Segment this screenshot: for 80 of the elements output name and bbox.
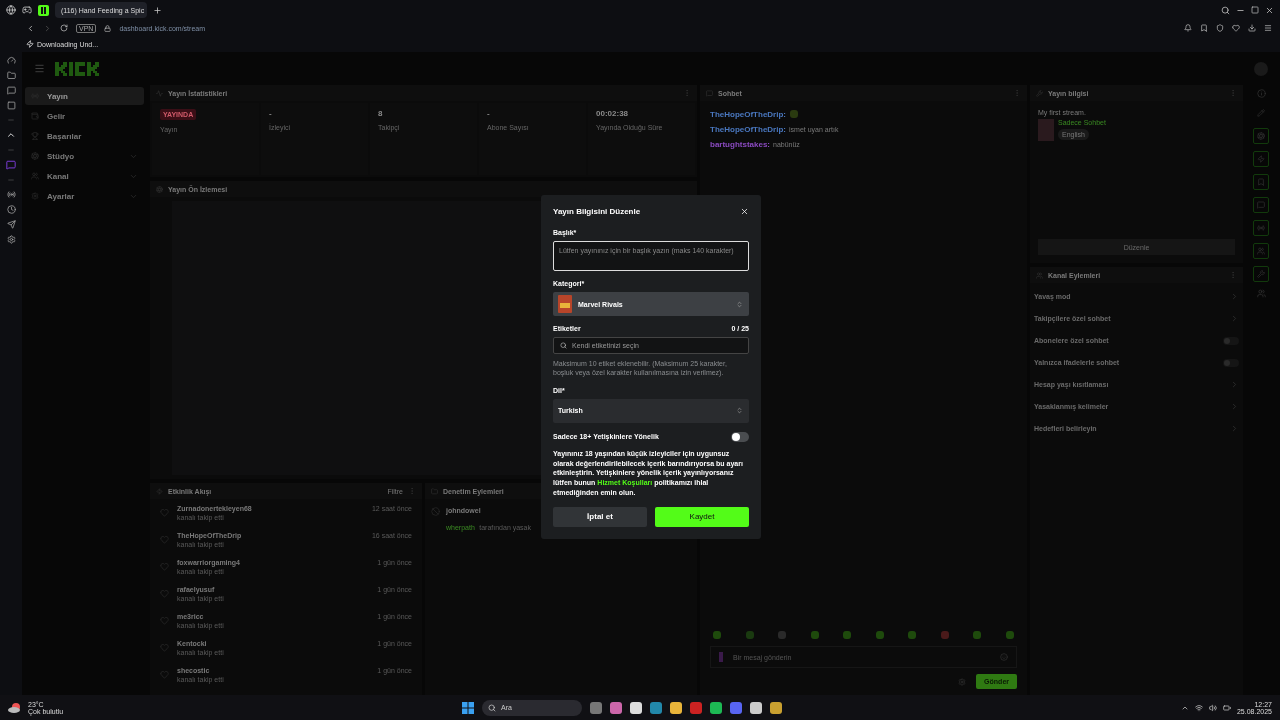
nav-icon: [31, 192, 39, 200]
menu-icon[interactable]: [34, 63, 45, 74]
windows-logo-icon[interactable]: [462, 701, 474, 714]
nav-icon: [31, 172, 39, 180]
gamepad-icon[interactable]: [22, 5, 32, 15]
kick-logo[interactable]: [55, 61, 101, 76]
back-icon[interactable]: [26, 23, 35, 33]
chat-username[interactable]: TheHopeOfTheDrip:: [710, 125, 786, 134]
nav-icon: [31, 152, 39, 160]
emote-icon[interactable]: [907, 630, 918, 640]
weather-icon: [8, 701, 22, 714]
send-icon[interactable]: [6, 220, 16, 229]
download-icon[interactable]: [1248, 24, 1256, 32]
maximize-icon[interactable]: [1251, 6, 1259, 14]
pulse-icon: [156, 89, 163, 97]
forward-icon[interactable]: [43, 23, 52, 33]
cancel-button[interactable]: İptal et: [553, 506, 647, 527]
nav-item[interactable]: Gelir: [25, 107, 144, 125]
nav-item[interactable]: Yayın: [25, 87, 144, 105]
adult-toggle[interactable]: [731, 431, 749, 442]
wifi-icon[interactable]: [1194, 703, 1203, 712]
nav-icon: [31, 132, 39, 140]
app-icon[interactable]: [630, 701, 642, 714]
save-button[interactable]: Kaydet: [655, 506, 749, 527]
search-icon: [560, 342, 567, 349]
square-icon[interactable]: [6, 101, 16, 110]
gauge-icon[interactable]: [6, 56, 16, 65]
chat-icon[interactable]: [6, 86, 16, 95]
nav-item[interactable]: Başarılar: [25, 127, 144, 145]
nav-item[interactable]: Kanal: [25, 167, 144, 185]
bookmark-icon[interactable]: [1200, 24, 1208, 32]
users-icon: [1036, 271, 1043, 279]
toggle-switch[interactable]: [1223, 358, 1239, 367]
camera-icon: [156, 185, 163, 193]
dialog-title: Yayın Bilgisini Düzenle: [553, 207, 641, 216]
close-button[interactable]: [740, 207, 749, 216]
sort-icon: [736, 300, 743, 308]
lock-icon: [104, 24, 112, 32]
battery-icon[interactable]: [1222, 703, 1231, 712]
tab-favicon-icon: [38, 4, 49, 16]
reload-icon[interactable]: [60, 24, 68, 32]
toggle-switch[interactable]: [1223, 336, 1239, 345]
app-icon[interactable]: [710, 701, 722, 714]
emote-icon[interactable]: [874, 630, 885, 640]
lightning-icon: [26, 40, 34, 48]
browser-logo-icon[interactable]: [6, 5, 16, 15]
nav-item[interactable]: Ayarlar: [25, 187, 144, 205]
stat-value: 00:02:38: [596, 109, 630, 118]
sort-icon: [736, 407, 743, 415]
stat-value: -: [487, 109, 491, 118]
nav-item[interactable]: Stüdyo: [25, 147, 144, 165]
emote-icon[interactable]: [842, 630, 853, 640]
app-icon[interactable]: [670, 701, 682, 714]
emote-icon[interactable]: [712, 630, 722, 640]
settings-icon[interactable]: [6, 235, 16, 244]
nav-icon: [31, 112, 39, 120]
menu-icon[interactable]: [1264, 24, 1272, 32]
close-icon[interactable]: [1265, 5, 1274, 15]
stat-value: 8: [378, 109, 384, 118]
app-icon[interactable]: [750, 701, 762, 714]
bell-icon[interactable]: [1184, 24, 1192, 32]
search-icon[interactable]: [1221, 5, 1230, 15]
shield-icon[interactable]: [1216, 24, 1224, 32]
emote-icon[interactable]: [972, 630, 983, 640]
badge-icon: [719, 652, 723, 662]
chat-username[interactable]: bartughtstakes:: [710, 140, 770, 149]
volume-icon[interactable]: [1208, 703, 1217, 712]
game-cover-icon: [558, 295, 572, 313]
category-thumbnail: [1038, 119, 1054, 141]
emote-icon[interactable]: [1004, 630, 1015, 640]
stat-value: -: [269, 109, 273, 118]
app-icon[interactable]: [770, 701, 782, 714]
radio-icon[interactable]: [6, 190, 16, 199]
new-tab-icon[interactable]: [153, 5, 162, 15]
emote-icon[interactable]: [809, 630, 820, 640]
chat-username[interactable]: TheHopeOfTheDrip:: [710, 109, 786, 119]
clock-icon[interactable]: [6, 205, 16, 214]
ban-icon: [431, 507, 440, 516]
search-icon: [488, 703, 496, 712]
heart-icon[interactable]: [1232, 24, 1240, 32]
